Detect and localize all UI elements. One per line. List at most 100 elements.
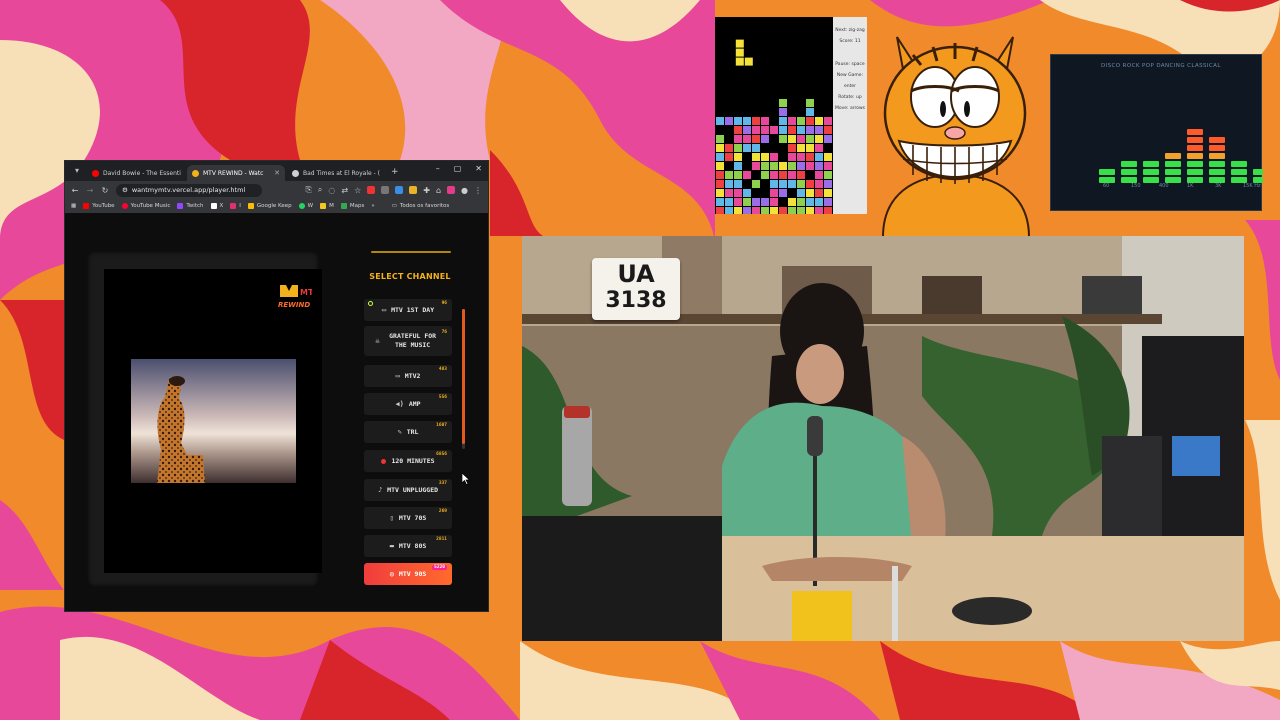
- tetris-block: [716, 180, 724, 188]
- tab-mtv-rewind[interactable]: MTV REWIND - Watc ✕: [187, 165, 285, 181]
- bookmark-star-icon[interactable]: ☆: [354, 186, 361, 195]
- channel-mtv-70s[interactable]: ▯ MTV 70S 269: [364, 507, 452, 529]
- equalizer-segment: [1187, 153, 1203, 159]
- equalizer-segment: [1187, 161, 1203, 167]
- tetris-block: [770, 162, 778, 170]
- channel-mtv-1st-day[interactable]: ▭ MTV 1ST DAY 96: [364, 299, 452, 321]
- apps-grid-icon[interactable]: ▦: [71, 203, 76, 209]
- channel-trl[interactable]: ✎ TRL 1607: [364, 421, 452, 443]
- tv-icon: ▭: [381, 306, 387, 314]
- tetris-block: [734, 198, 742, 206]
- reload-icon[interactable]: ↻: [101, 186, 109, 195]
- install-icon[interactable]: ⎘: [305, 185, 311, 195]
- tetris-block: [752, 198, 760, 206]
- bookmark-x[interactable]: X: [210, 203, 224, 209]
- extension-blue-icon[interactable]: [395, 186, 404, 194]
- tab-search-icon[interactable]: ▾: [71, 165, 83, 177]
- license-plate-sign: UA 3138: [592, 258, 680, 320]
- extension-gray-icon[interactable]: [381, 186, 390, 194]
- address-bar[interactable]: ⚙ wantmymtv.vercel.app/player.html: [116, 183, 262, 197]
- back-icon[interactable]: ←: [71, 186, 79, 195]
- profile-icon[interactable]: ●: [461, 186, 468, 195]
- zoom-icon[interactable]: ⌕: [318, 185, 322, 195]
- close-tab-icon[interactable]: ✕: [274, 169, 280, 177]
- channel-scrollbar[interactable]: [462, 309, 465, 449]
- tetris-block: [716, 162, 724, 170]
- tetris-block: [725, 180, 733, 188]
- equalizer-segment: [1187, 145, 1203, 151]
- equalizer-segment: [1209, 161, 1225, 167]
- bookmark-label: Google Keep: [256, 203, 292, 209]
- channel-120-minutes[interactable]: 120 MINUTES 6856: [364, 450, 452, 472]
- bookmark-whatsapp[interactable]: W: [298, 203, 313, 209]
- equalizer-presets: DISCO ROCK POP DANCING CLASSICAL: [1101, 63, 1221, 69]
- channel-selector: SELECT CHANNEL ▭ MTV 1ST DAY 96 ☠ GRATEF…: [361, 251, 465, 591]
- maximize-icon[interactable]: ▢: [454, 164, 462, 173]
- extensions-puzzle-icon[interactable]: ✚: [423, 186, 430, 195]
- tetris-block: [743, 126, 751, 134]
- extension-pink-icon[interactable]: [447, 186, 456, 194]
- tetris-block: [806, 99, 814, 107]
- tetris-block: [735, 57, 744, 66]
- channel-mtv-80s[interactable]: ▬ MTV 80S 2811: [364, 535, 452, 557]
- bookmark-google-keep[interactable]: Google Keep: [247, 203, 292, 209]
- new-tab-button[interactable]: +: [391, 167, 399, 177]
- channel-mtv2[interactable]: ▭ MTV2 483: [364, 365, 452, 387]
- tetris-block: [779, 135, 787, 143]
- tetris-block: [815, 198, 823, 206]
- extension-yellow-icon[interactable]: [409, 186, 418, 194]
- tetris-block: [752, 126, 760, 134]
- minimize-icon[interactable]: –: [436, 164, 440, 173]
- tetris-block: [779, 126, 787, 134]
- tv-frame: MTV REWIND: [87, 251, 322, 587]
- bookmark-label: YouTube: [92, 203, 115, 209]
- bookmark-youtube-music[interactable]: YouTube Music: [121, 203, 170, 209]
- tetris-block: [743, 144, 751, 152]
- tetris-block: [761, 171, 769, 179]
- bookmark-instagram[interactable]: I: [230, 203, 241, 209]
- translate-icon[interactable]: ⇄: [341, 186, 348, 195]
- tetris-block: [734, 207, 742, 215]
- bookmark-label: X: [219, 203, 224, 209]
- channel-grateful-for-the-music[interactable]: ☠ GRATEFUL FOR THE MUSIC 76: [364, 326, 452, 356]
- tetris-block: [779, 162, 787, 170]
- bookmark-m[interactable]: M: [320, 203, 334, 209]
- bookmark-maps[interactable]: Maps: [340, 203, 364, 209]
- whatsapp-icon: [298, 203, 305, 209]
- channel-mtv-90s[interactable]: ◎ MTV 90S 5220: [364, 563, 452, 585]
- channel-amp[interactable]: ◀) AMP 556: [364, 393, 452, 415]
- menu-dots-icon[interactable]: ⋮: [474, 186, 482, 195]
- hide-icon[interactable]: ◌: [328, 186, 335, 195]
- equalizer-segment: [1231, 161, 1247, 167]
- tetris-block: [743, 189, 751, 197]
- extension-red-icon[interactable]: [367, 186, 376, 194]
- tetris-block: [797, 153, 805, 161]
- more-bookmarks-icon[interactable]: »: [371, 203, 374, 209]
- tab-groups-icon[interactable]: ⌂: [436, 186, 441, 195]
- tab-label: MTV REWIND - Watc: [203, 169, 264, 177]
- help-new-game: New Game: enter: [836, 73, 864, 89]
- site-info-icon[interactable]: ⚙: [122, 186, 128, 194]
- tetris-block: [779, 207, 787, 215]
- video-player[interactable]: MTV REWIND: [104, 269, 322, 573]
- channel-mtv-unplugged[interactable]: ♪ MTV UNPLUGGED 337: [364, 479, 452, 501]
- tetris-block: [734, 117, 742, 125]
- close-tab-icon[interactable]: ✕: [384, 169, 385, 177]
- close-window-icon[interactable]: ✕: [475, 164, 482, 173]
- channel-scrollbar-thumb[interactable]: [462, 309, 465, 444]
- tetris-block: [725, 198, 733, 206]
- tetris-block: [806, 144, 814, 152]
- tab-bad-times[interactable]: Bad Times at El Royale - ( ✕: [287, 165, 385, 181]
- tetris-block: [716, 171, 724, 179]
- all-favorites-folder[interactable]: ▭ Todos os favoritos: [392, 203, 450, 209]
- forward-icon[interactable]: →: [86, 186, 94, 195]
- tetris-board[interactable]: [715, 17, 833, 215]
- tab-youtube-bowie[interactable]: David Bowie - The Essenti ✕: [87, 165, 185, 181]
- channel-name: MTV 80S: [398, 542, 427, 550]
- tetris-block: [761, 135, 769, 143]
- tetris-block: [779, 117, 787, 125]
- bookmark-youtube[interactable]: YouTube: [83, 203, 115, 209]
- help-move: Move: arrows: [834, 106, 866, 111]
- tetris-block: [824, 126, 832, 134]
- bookmark-twitch[interactable]: Twitch: [177, 203, 204, 209]
